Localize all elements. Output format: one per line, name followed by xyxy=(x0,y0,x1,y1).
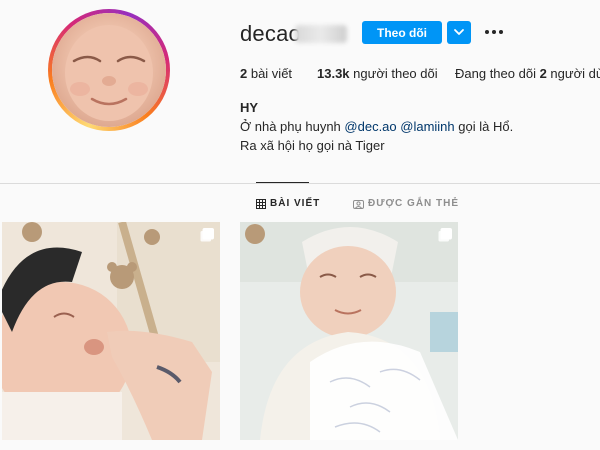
tab-tagged[interactable]: ĐƯỢC GẮN THẺ xyxy=(353,198,459,209)
post-1-photo xyxy=(2,222,220,440)
stat-following[interactable]: Đang theo dõi 2 người dùng xyxy=(455,66,600,81)
follow-button[interactable]: Theo dõi xyxy=(362,21,442,44)
baby-face-illustration xyxy=(65,25,153,121)
bio-mention-dec-ao[interactable]: @dec.ao xyxy=(344,119,396,134)
bio-line1-prefix: Ở nhà phụ huynh xyxy=(240,119,345,134)
following-suffix: người dùng xyxy=(550,66,600,81)
tagged-icon xyxy=(353,199,364,209)
bio-display-name: HY xyxy=(240,100,259,115)
profile-avatar[interactable] xyxy=(48,9,170,131)
bio-mention-lamiinh[interactable]: @lamiinh xyxy=(400,119,454,134)
profile-username: decao xyxy=(240,21,301,46)
bio-line-2: Ra xã hội họ gọi nà Tiger xyxy=(240,138,385,153)
post-thumbnail-2[interactable] xyxy=(240,222,458,440)
more-options-button[interactable] xyxy=(484,22,504,42)
active-tab-indicator xyxy=(256,182,309,183)
post-2-photo xyxy=(240,222,458,440)
following-prefix: Đang theo dõi xyxy=(455,66,540,81)
tabs-divider xyxy=(0,183,600,184)
username-blurred-suffix xyxy=(295,25,347,43)
followers-label: người theo dõi xyxy=(349,66,438,81)
post-thumbnail-1[interactable] xyxy=(2,222,220,440)
chevron-down-icon xyxy=(454,29,464,35)
suggested-accounts-button[interactable] xyxy=(447,21,471,44)
stat-posts: 2 bài viết xyxy=(240,66,292,81)
more-horizontal-icon xyxy=(485,30,503,34)
tab-tagged-label: ĐƯỢC GẮN THẺ xyxy=(368,198,460,209)
avatar-photo xyxy=(52,13,166,127)
following-count: 2 xyxy=(539,66,547,81)
stat-followers[interactable]: 13.3k người theo dõi xyxy=(317,66,438,81)
posts-label: bài viết xyxy=(247,66,293,81)
bio-line1-suffix: gọi là Hổ. xyxy=(454,119,514,134)
followers-count: 13.3k xyxy=(317,66,350,81)
bio-line-1: Ở nhà phụ huynh @dec.ao @lamiinh gọi là … xyxy=(240,119,513,134)
tab-posts[interactable]: BÀI VIẾT xyxy=(256,198,320,209)
grid-icon xyxy=(256,198,266,209)
multiple-posts-icon xyxy=(200,228,214,242)
tab-posts-label: BÀI VIẾT xyxy=(270,198,321,209)
multiple-posts-icon xyxy=(438,228,452,242)
